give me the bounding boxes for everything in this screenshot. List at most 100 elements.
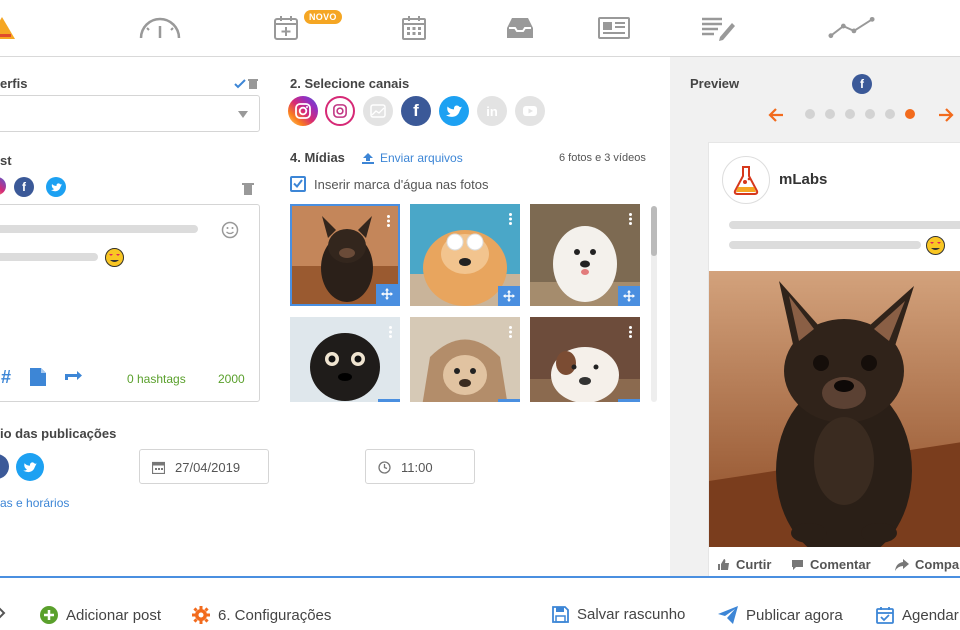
move-handle-icon[interactable] [498,399,520,402]
twitter-schedule-icon[interactable] [16,453,44,481]
mlabs-avatar [722,156,770,204]
add-post-button[interactable]: Adicionar post [40,606,161,624]
facebook-schedule-icon[interactable] [0,454,9,479]
instagram-channel-icon[interactable] [288,96,318,126]
top-navigation: NOVO [0,0,960,57]
youtube-channel-icon[interactable] [515,96,545,126]
facebook-icon[interactable]: f [14,177,34,197]
linkedin-channel-icon[interactable]: in [477,96,507,126]
analytics-line-icon[interactable] [828,12,876,44]
carousel-dot[interactable] [805,109,815,119]
upload-label: Enviar arquivos [380,151,463,165]
account-name: mLabs [779,171,828,188]
thumb-menu-icon[interactable] [509,212,512,225]
twitter-channel-icon[interactable] [439,96,469,126]
schedule-button[interactable]: Agendar [876,606,959,624]
comment-button[interactable]: Comentar [791,557,871,572]
warning-logo-icon[interactable] [0,12,26,44]
add-circle-icon [40,606,58,624]
like-button[interactable]: Curtir [717,557,771,572]
carousel-dot[interactable] [845,109,855,119]
inbox-icon[interactable] [496,12,544,44]
times-link[interactable]: as e horários [0,496,69,510]
thumb-menu-icon[interactable] [387,214,390,227]
comment-icon [792,559,803,570]
publish-now-button[interactable]: Publicar agora [718,606,843,624]
date-field[interactable]: 27/04/2019 [139,449,269,484]
move-handle-icon[interactable] [376,284,398,304]
media-title: 4. Mídias [290,150,345,165]
move-handle-icon[interactable] [378,399,400,402]
media-thumb-pomeranian[interactable] [410,204,520,306]
publish-now-label: Publicar agora [746,606,843,624]
prev-arrow-icon[interactable] [768,108,784,127]
chevron-down-icon [238,111,248,118]
heart-eyes-emoji-icon [105,248,124,267]
calendar-grid-icon[interactable] [390,12,438,44]
post-text-area[interactable]: # 0 hashtags 2000 [0,204,260,402]
settings-label: 6. Configurações [218,606,332,624]
watermark-checkbox[interactable] [290,176,306,192]
new-badge: NOVO [304,10,342,24]
facebook-preview-icon[interactable]: f [852,74,872,94]
thumb-menu-icon[interactable] [509,325,512,338]
share-button[interactable]: Compa [895,557,959,572]
media-thumb-westie[interactable] [530,204,640,306]
twitter-icon[interactable] [46,177,66,197]
calendar-add-icon[interactable] [262,12,310,44]
thumbs-up-icon [718,559,729,570]
media-thumb-pitbull[interactable] [530,317,640,402]
settings-button[interactable]: 6. Configurações [192,606,331,624]
emoji-picker-icon[interactable] [221,221,239,244]
upload-button[interactable]: Enviar arquivos [362,151,463,165]
media-thumb-pug-blanket[interactable] [410,317,520,402]
carousel-dot[interactable] [905,109,915,119]
calendar-small-icon [152,461,165,474]
media-scrollbar[interactable] [651,206,657,402]
trash-icon[interactable] [248,76,258,94]
date-value: 27/04/2019 [175,460,241,475]
hashtag-icon[interactable]: # [1,367,11,388]
file-icon[interactable] [29,367,47,392]
back-chevron-icon[interactable] [0,606,6,625]
profile-select[interactable] [0,95,260,132]
next-arrow-icon[interactable] [938,108,954,127]
heart-eyes-emoji-icon [925,235,945,255]
add-post-label: Adicionar post [66,606,162,624]
bottom-action-bar: Adicionar post 6. Configurações Salvar r… [0,576,960,630]
move-handle-icon[interactable] [618,399,640,402]
upload-icon [362,152,374,164]
save-draft-button[interactable]: Salvar rascunho [552,606,685,623]
media-count: 6 fotos e 3 vídeos [559,152,646,164]
thumb-menu-icon[interactable] [629,212,632,225]
carousel-dot[interactable] [825,109,835,119]
instagram-stories-channel-icon[interactable] [325,96,355,126]
move-handle-icon[interactable] [618,286,640,306]
dashboard-gauge-icon[interactable] [136,12,184,44]
move-handle-icon[interactable] [498,286,520,306]
time-field[interactable]: 11:00 [365,449,475,484]
paper-plane-icon [718,606,738,624]
clock-icon [378,461,391,474]
carousel-dot[interactable] [865,109,875,119]
check-all-icon[interactable] [234,76,246,94]
thumb-menu-icon[interactable] [629,325,632,338]
carousel-dots [805,109,915,119]
image-channel-icon[interactable] [363,96,393,126]
instagram-icon[interactable] [0,177,6,195]
carousel-dot[interactable] [885,109,895,119]
trash-post-icon[interactable] [242,182,254,200]
repost-icon[interactable] [61,368,83,391]
character-count: 2000 [218,372,245,386]
media-thumb-pug[interactable] [290,317,400,402]
edit-list-icon[interactable] [694,12,742,44]
save-draft-label: Salvar rascunho [577,606,686,623]
hashtag-count: 0 hashtags [127,372,186,386]
news-report-icon[interactable] [590,12,638,44]
thumb-menu-icon[interactable] [389,325,392,338]
gear-icon [192,606,210,624]
preview-image [709,271,960,547]
media-thumb-french-bulldog[interactable] [290,204,400,306]
media-grid [290,204,660,402]
facebook-channel-icon[interactable]: f [401,96,431,126]
